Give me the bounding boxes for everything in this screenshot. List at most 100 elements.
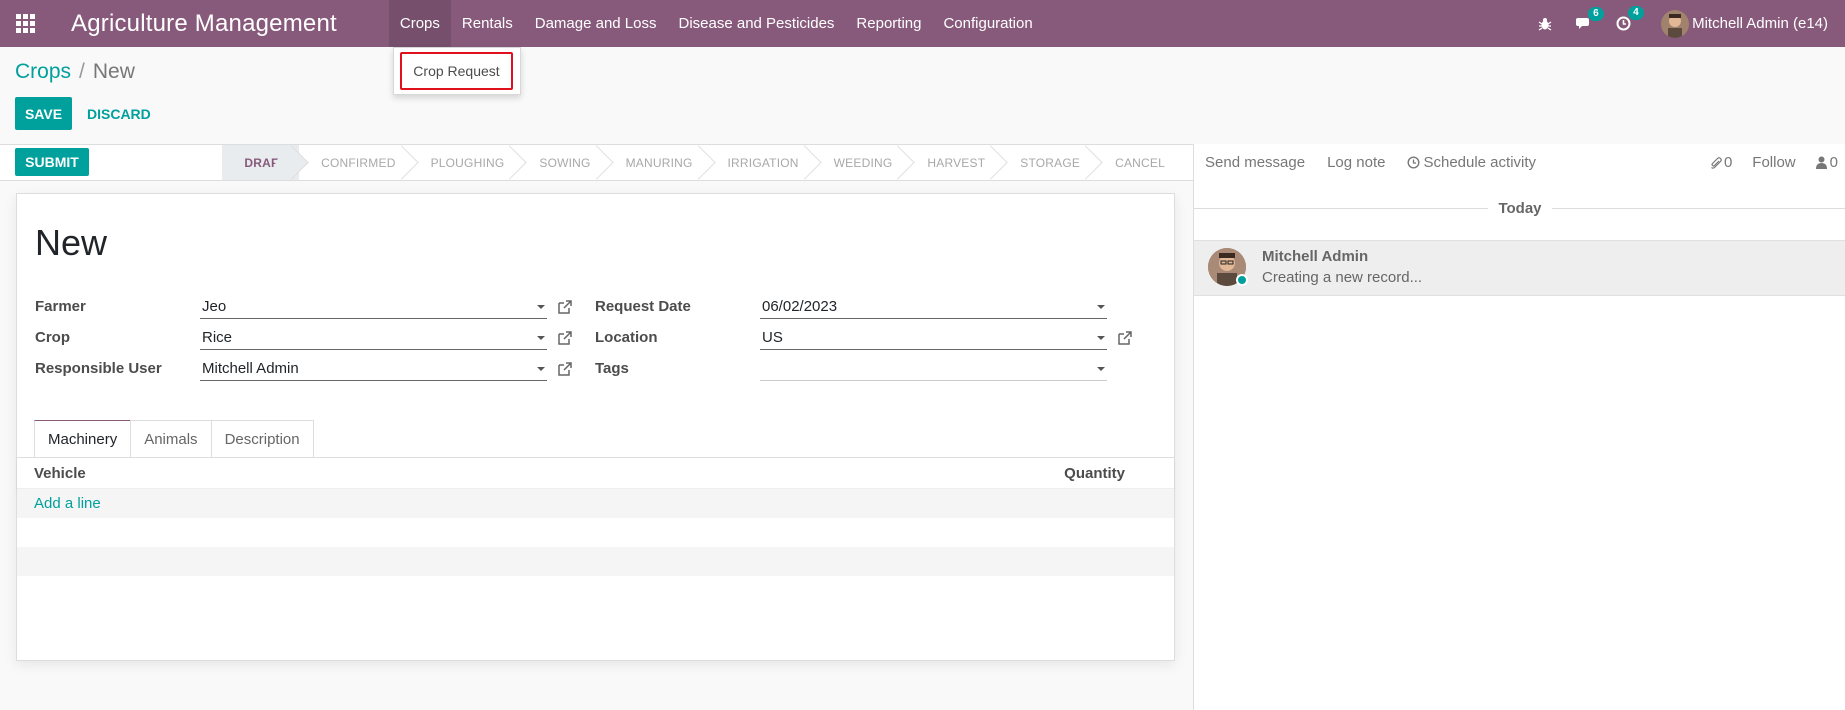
- crops-dropdown-menu: Crop Request: [393, 47, 521, 95]
- external-link-icon[interactable]: [557, 330, 573, 346]
- location-field[interactable]: US: [760, 326, 1107, 350]
- user-icon: [1815, 156, 1827, 169]
- online-status-icon: [1236, 274, 1248, 286]
- request-date-value: 06/02/2023: [762, 298, 838, 315]
- request-date-label: Request Date: [595, 298, 691, 315]
- location-label: Location: [595, 329, 658, 346]
- form-sheet: New Farmer Jeo Crop Rice Responsible Use…: [16, 193, 1175, 661]
- external-link-icon[interactable]: [557, 299, 573, 315]
- log-note-button[interactable]: Log note: [1327, 154, 1385, 171]
- attachments-count: 0: [1723, 154, 1733, 171]
- stage-confirmed[interactable]: CONFIRMED: [299, 145, 408, 180]
- responsible-user-field[interactable]: Mitchell Admin: [200, 357, 547, 381]
- user-menu[interactable]: Mitchell Admin (e14): [1661, 9, 1828, 38]
- chatter-panel: Send message Log note Schedule activity …: [1193, 144, 1845, 710]
- menu-reporting[interactable]: Reporting: [845, 0, 932, 47]
- request-date-field[interactable]: 06/02/2023: [760, 295, 1107, 319]
- tab-animals[interactable]: Animals: [130, 420, 212, 458]
- schedule-activity-label: Schedule activity: [1423, 154, 1537, 171]
- chevron-down-icon[interactable]: [537, 367, 545, 371]
- chevron-down-icon[interactable]: [1097, 305, 1105, 309]
- tags-label: Tags: [595, 360, 629, 377]
- farmer-field[interactable]: Jeo: [200, 295, 547, 319]
- messages-icon[interactable]: 6: [1576, 6, 1604, 31]
- external-link-icon[interactable]: [557, 361, 573, 377]
- notebook-tabs: Machinery Animals Description: [34, 420, 314, 458]
- stage-pipeline: DRAFT CONFIRMED PLOUGHING SOWING MANURIN…: [222, 145, 1178, 180]
- menu-crops[interactable]: Crops: [388, 0, 451, 47]
- breadcrumb: Crops / New: [15, 60, 135, 84]
- systray: 6 4 Mitchell Admin (e14): [1526, 0, 1828, 47]
- clock-icon: [1407, 156, 1420, 169]
- message-author[interactable]: Mitchell Admin: [1262, 248, 1368, 265]
- schedule-activity-button[interactable]: Schedule activity: [1407, 154, 1536, 171]
- breadcrumb-separator: /: [79, 60, 85, 83]
- discard-button[interactable]: DISCARD: [87, 97, 151, 130]
- crop-field[interactable]: Rice: [200, 326, 547, 350]
- column-quantity[interactable]: Quantity: [1064, 465, 1125, 482]
- column-vehicle[interactable]: Vehicle: [34, 465, 86, 482]
- stage-draft[interactable]: DRAFT: [222, 145, 300, 180]
- main-menu: Crops Rentals Damage and Loss Disease an…: [388, 0, 1044, 47]
- app-brand[interactable]: Agriculture Management: [50, 10, 337, 38]
- chatter-topbar: Send message Log note Schedule activity …: [1194, 144, 1845, 181]
- breadcrumb-crops[interactable]: Crops: [15, 60, 71, 84]
- stage-manuring[interactable]: MANURING: [604, 145, 706, 180]
- date-separator-label: Today: [1498, 199, 1542, 217]
- menu-item-crop-request[interactable]: Crop Request: [400, 52, 513, 90]
- stage-weeding[interactable]: WEEDING: [812, 145, 906, 180]
- crop-label: Crop: [35, 329, 70, 346]
- stage-irrigation[interactable]: IRRIGATION: [706, 145, 812, 180]
- responsible-user-value: Mitchell Admin: [202, 360, 299, 377]
- chevron-down-icon[interactable]: [1097, 367, 1105, 371]
- menu-damage-and-loss[interactable]: Damage and Loss: [524, 0, 668, 47]
- tab-machinery[interactable]: Machinery: [34, 420, 132, 458]
- location-value: US: [762, 329, 783, 346]
- table-row: [17, 576, 1174, 605]
- activities-clock-icon[interactable]: 4: [1616, 6, 1644, 31]
- user-avatar: [1661, 9, 1690, 38]
- stage-storage[interactable]: STORAGE: [998, 145, 1093, 180]
- farmer-value: Jeo: [202, 298, 227, 315]
- attachments-button[interactable]: 0: [1710, 154, 1732, 171]
- chevron-down-icon[interactable]: [537, 336, 545, 340]
- tags-field[interactable]: [760, 357, 1107, 381]
- stage-harvest[interactable]: HARVEST: [905, 145, 998, 180]
- menu-rentals[interactable]: Rentals: [451, 0, 524, 47]
- chatter-topbar-right: 0 Follow 0: [1690, 144, 1838, 181]
- debug-bug-icon[interactable]: [1538, 17, 1552, 31]
- paperclip-icon: [1711, 156, 1722, 169]
- table-row: [17, 518, 1174, 547]
- tab-description[interactable]: Description: [210, 420, 314, 458]
- responsible-user-label: Responsible User: [35, 360, 162, 377]
- farmer-label: Farmer: [35, 298, 86, 315]
- menu-configuration[interactable]: Configuration: [932, 0, 1043, 47]
- external-link-icon[interactable]: [1117, 330, 1133, 346]
- date-separator: Today: [1194, 198, 1845, 218]
- chevron-down-icon[interactable]: [537, 305, 545, 309]
- messages-badge: 6: [1588, 6, 1604, 21]
- user-name: Mitchell Admin (e14): [1692, 15, 1828, 32]
- followers-button[interactable]: 0: [1815, 154, 1838, 171]
- chevron-down-icon[interactable]: [1097, 336, 1105, 340]
- send-message-button[interactable]: Send message: [1205, 154, 1305, 171]
- machinery-table-header: Vehicle Quantity: [17, 458, 1174, 489]
- submit-button[interactable]: SUBMIT: [15, 148, 89, 176]
- activities-badge: 4: [1628, 6, 1644, 20]
- add-line-link[interactable]: Add a line: [34, 495, 101, 512]
- apps-menu-icon[interactable]: [0, 0, 50, 47]
- record-title: New: [35, 222, 108, 263]
- follow-button[interactable]: Follow: [1752, 154, 1795, 171]
- stage-sowing[interactable]: SOWING: [517, 145, 603, 180]
- menu-disease-and-pesticides[interactable]: Disease and Pesticides: [668, 0, 846, 47]
- save-button[interactable]: SAVE: [15, 97, 72, 130]
- table-row: [17, 547, 1174, 576]
- stage-ploughing[interactable]: PLOUGHING: [409, 145, 518, 180]
- table-row: Add a line: [17, 489, 1174, 518]
- stage-cancel[interactable]: CANCEL: [1093, 145, 1178, 180]
- message-body: Creating a new record...: [1262, 269, 1423, 286]
- chatter-message: Mitchell Admin Creating a new record...: [1194, 240, 1845, 296]
- top-navbar: Agriculture Management Crops Rentals Dam…: [0, 0, 1845, 47]
- followers-count: 0: [1829, 154, 1838, 171]
- form-statusbar: SUBMIT DRAFT CONFIRMED PLOUGHING SOWING …: [0, 144, 1193, 181]
